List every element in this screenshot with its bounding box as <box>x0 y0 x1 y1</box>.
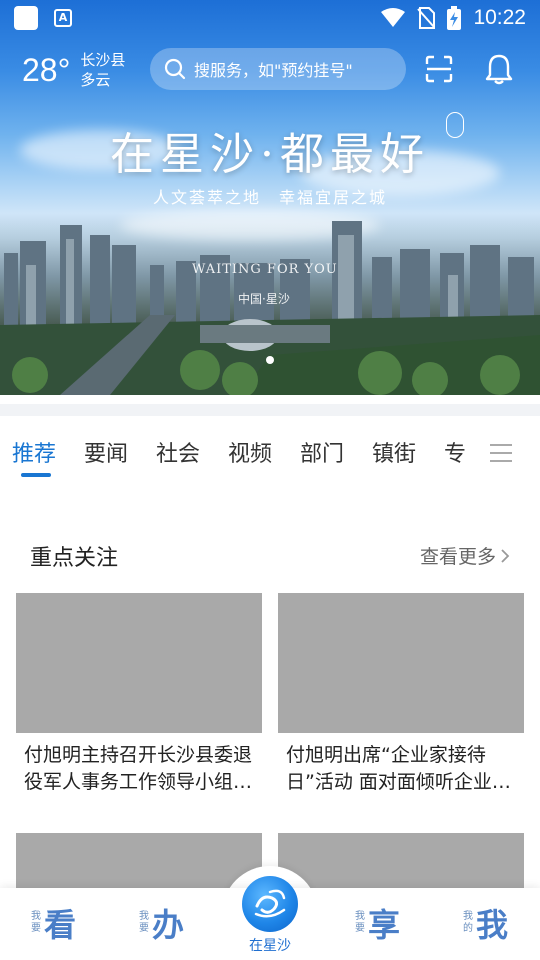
nav-item-label: 享 <box>368 906 401 944</box>
news-title: 付旭明主持召开长沙县委退役军人事务工作领导小组会议 <box>24 744 253 793</box>
nav-item-prefix: 我要 <box>139 911 149 934</box>
weather-widget[interactable]: 28° 长沙县 多云 <box>22 48 125 92</box>
tab-active-indicator <box>21 473 51 477</box>
weather-condition: 多云 <box>80 71 111 89</box>
tab-recommend[interactable]: 推荐 <box>12 436 56 468</box>
hero-banner[interactable]: A 10:22 28° 长沙县 多云 搜服务，如"预约挂号" 在星沙·都最好 人… <box>0 0 540 395</box>
tab-video[interactable]: 视频 <box>228 436 272 468</box>
view-more-label: 查看更多 <box>419 546 496 568</box>
section-title: 重点关注 <box>30 546 119 571</box>
xingsha-logo-icon <box>254 889 286 918</box>
chevron-right-icon <box>501 548 510 563</box>
no-sim-icon <box>417 7 436 29</box>
wifi-icon <box>381 8 406 27</box>
section-divider <box>0 404 540 416</box>
carousel-indicator <box>0 356 540 364</box>
status-bar: A 10:22 <box>0 0 540 36</box>
news-card[interactable]: 付旭明主持召开长沙县委退役军人事务工作领导小组会议 <box>16 593 262 796</box>
tab-special[interactable]: 专 <box>444 436 466 468</box>
hero-subtitle: 人文荟萃之地 幸福宜居之城 <box>152 188 387 207</box>
nav-item-enjoy[interactable]: 我要 享 <box>354 900 400 946</box>
view-more-link[interactable]: 查看更多 <box>420 542 510 569</box>
nav-item-prefix: 我的 <box>463 911 473 934</box>
nav-item-me[interactable]: 我的 我 <box>462 900 508 946</box>
search-input[interactable]: 搜服务，如"预约挂号" <box>150 48 406 90</box>
scan-icon <box>425 55 453 83</box>
nav-item-watch[interactable]: 我要 看 <box>30 900 76 946</box>
tab-news[interactable]: 要闻 <box>84 436 128 468</box>
tab-menu-icon[interactable] <box>490 444 512 464</box>
tab-departments[interactable]: 部门 <box>300 436 344 468</box>
tab-society[interactable]: 社会 <box>156 436 200 468</box>
nav-item-prefix: 我要 <box>31 911 41 934</box>
notification-button[interactable] <box>480 50 518 88</box>
battery-charging-icon <box>447 6 462 30</box>
bell-icon <box>485 54 513 85</box>
hero-caption: WAITING FOR YOU <box>192 262 338 277</box>
nav-item-prefix: 我要 <box>355 911 365 934</box>
nav-center-button[interactable] <box>242 876 298 932</box>
search-icon <box>164 58 186 80</box>
search-placeholder: 搜服务，如"预约挂号" <box>194 61 353 80</box>
news-title: 付旭明出席“企业家接待日”活动 面对面倾听企业心声 <box>286 744 511 793</box>
status-time: 10:22 <box>473 6 526 29</box>
app-notification-icon: A <box>54 9 72 27</box>
scan-button[interactable] <box>420 50 458 88</box>
nav-item-services[interactable]: 我要 办 <box>138 900 184 946</box>
category-tabs: 推荐 要闻 社会 视频 部门 镇街 专 <box>0 428 540 480</box>
nav-item-label: 看 <box>44 906 77 944</box>
news-thumbnail <box>278 593 524 733</box>
weather-temperature: 28° <box>22 51 71 88</box>
carousel-dot-active <box>266 356 274 364</box>
news-card[interactable]: 付旭明出席“企业家接待日”活动 面对面倾听企业心声 <box>278 593 524 796</box>
seal-icon <box>446 112 464 138</box>
notification-icon <box>14 6 38 30</box>
nav-center-label[interactable]: 在星沙 <box>230 935 310 955</box>
weather-location: 长沙县 <box>80 51 126 69</box>
nav-item-label: 我 <box>476 906 509 944</box>
tab-towns[interactable]: 镇街 <box>372 436 416 468</box>
news-thumbnail <box>16 593 262 733</box>
hero-caption-sub: 中国·星沙 <box>238 292 290 306</box>
nav-item-label: 办 <box>152 906 185 944</box>
